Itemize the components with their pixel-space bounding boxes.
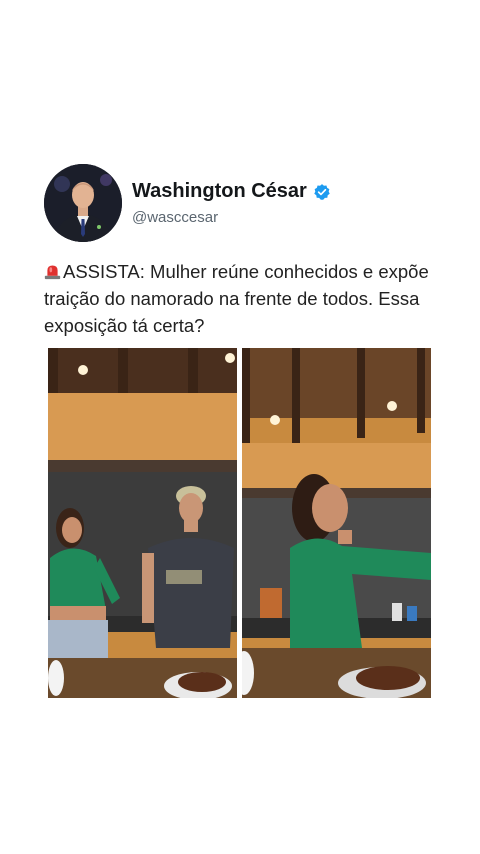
avatar-image [44,164,122,242]
tweet-text: ASSISTA: Mulher reúne conhecidos e expõe… [44,258,434,339]
video-frame-right[interactable] [242,348,431,698]
user-info: Washington César @wasccesar [132,180,331,226]
tweet-media[interactable] [48,348,432,698]
tweet-card: Washington César @wasccesar ASSISTA: Mul… [44,164,436,698]
name-row: Washington César [132,180,331,203]
verified-badge-icon [314,183,330,200]
tweet-header: Washington César @wasccesar [44,164,436,242]
author-name[interactable]: Washington César [132,180,307,203]
author-handle[interactable]: @wasccesar [132,209,331,226]
tweet-text-content: ASSISTA: Mulher reúne conhecidos e expõe… [44,261,429,336]
video-frame-left[interactable] [48,348,237,698]
siren-emoji-icon [44,265,61,280]
avatar[interactable] [44,164,122,242]
